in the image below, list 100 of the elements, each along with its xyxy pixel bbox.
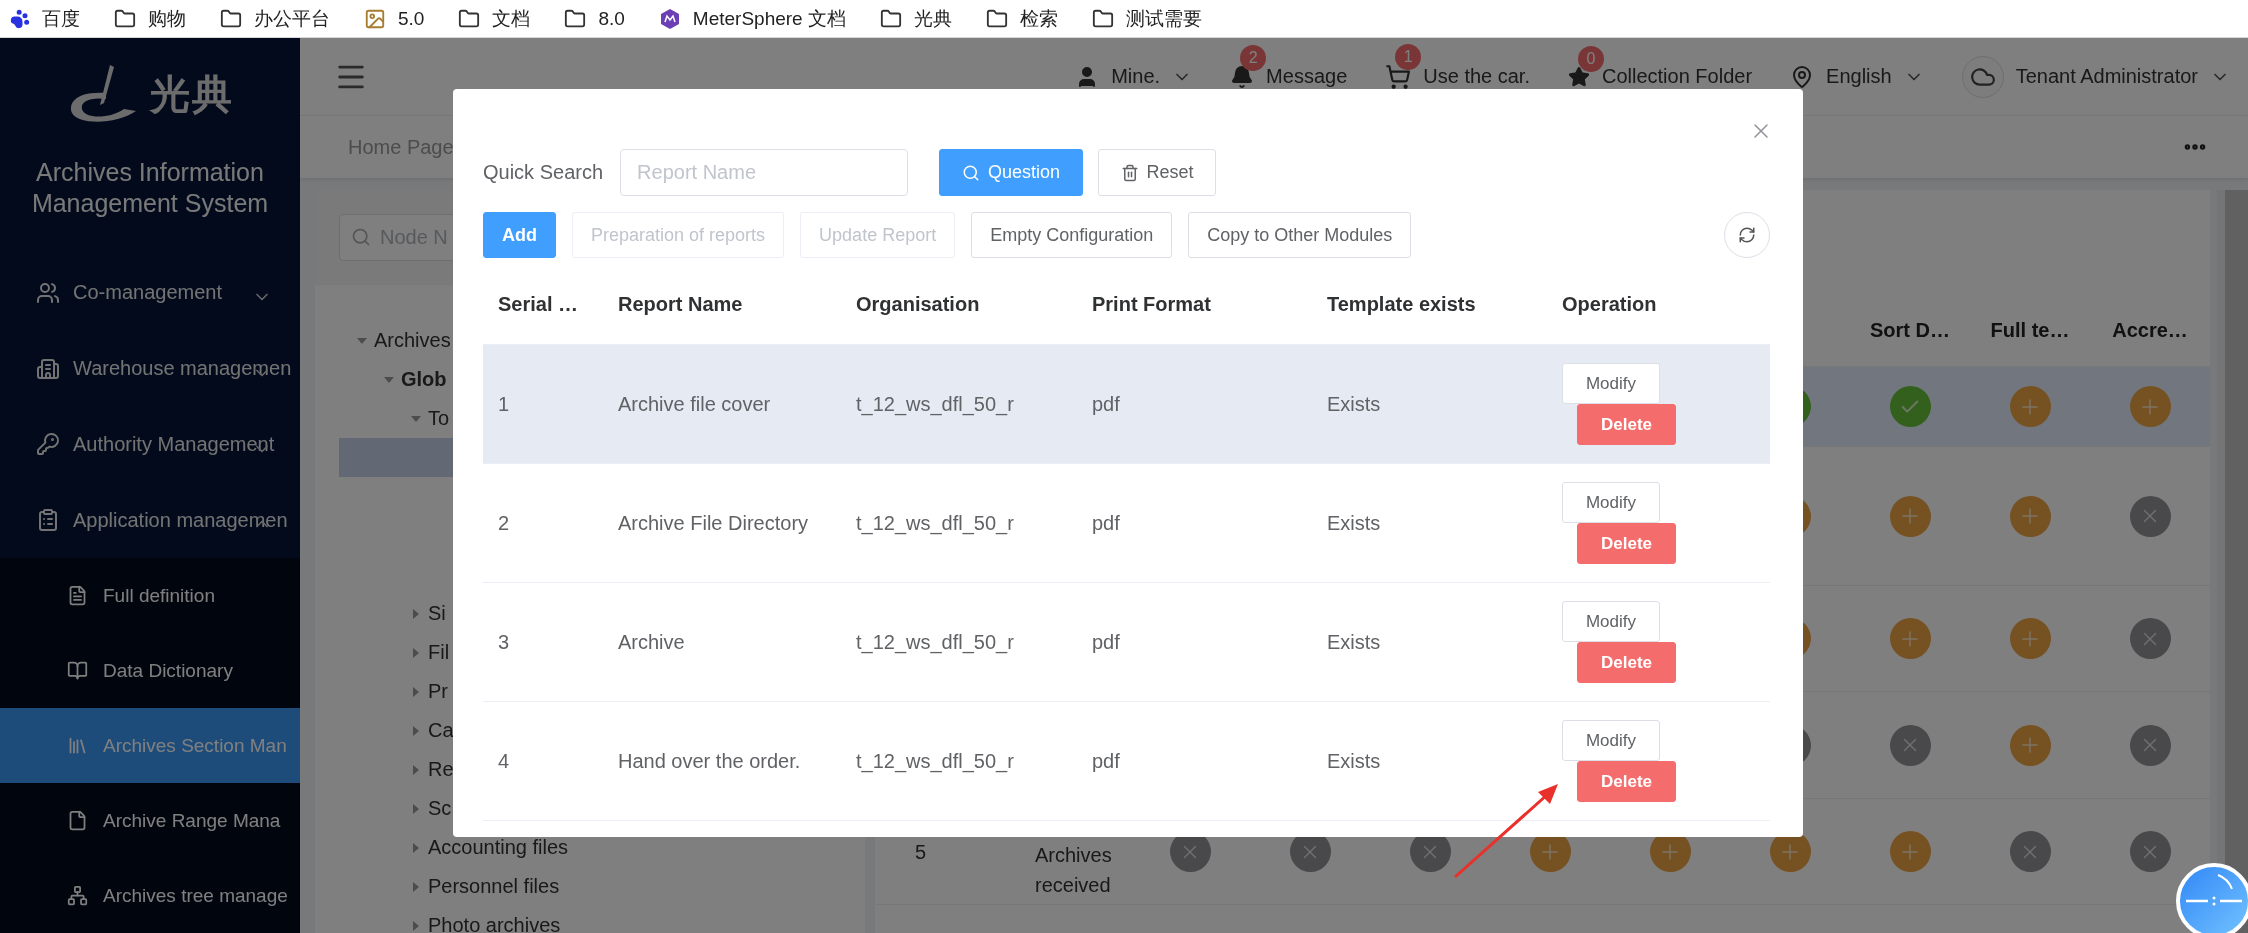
- table-cell-text: t_12_ws_dfl_50_r: [855, 392, 1015, 416]
- bookmark-link[interactable]: 测试需要: [1091, 5, 1202, 32]
- table-cell-text: 3: [497, 630, 511, 654]
- delete-button[interactable]: Delete: [1577, 642, 1676, 683]
- delete-button[interactable]: Delete: [1577, 404, 1676, 445]
- tree-node-label[interactable]: Glob: [401, 368, 447, 391]
- reset-button[interactable]: Reset: [1098, 149, 1217, 196]
- building-icon: [36, 356, 60, 381]
- user-menu-label[interactable]: Mine.: [1111, 65, 1161, 88]
- tree-node-label[interactable]: Ca: [428, 719, 454, 742]
- star-icon: [1568, 65, 1590, 88]
- table-cell-text: 5: [914, 839, 928, 865]
- table-cell-text: t_12_ws_dfl_50_r: [855, 630, 1015, 654]
- refresh-icon: [1738, 226, 1756, 244]
- table-cell-text: 1: [497, 392, 511, 416]
- tree-node-label[interactable]: Archives: [374, 329, 451, 352]
- modify-button[interactable]: Modify: [1562, 601, 1660, 642]
- header-link[interactable]: Use the car.: [1423, 65, 1530, 88]
- column-header: Sort D…: [1870, 319, 1950, 342]
- bookmark-link[interactable]: 办公平台: [220, 5, 330, 32]
- bookmark-link[interactable]: MeterSphere 文档: [658, 5, 846, 32]
- submenu-item[interactable]: Archives Section Man: [0, 708, 300, 783]
- tree-node-label[interactable]: Fil: [428, 641, 450, 664]
- folder-icon: [458, 7, 481, 30]
- delete-button[interactable]: Delete: [1577, 523, 1676, 564]
- count-badge: 0: [1578, 45, 1604, 72]
- column-header: Serial …: [497, 293, 580, 316]
- table-cell-text: pdf: [1091, 630, 1121, 654]
- search-icon: [351, 227, 371, 247]
- refresh-button[interactable]: [1724, 212, 1770, 258]
- column-header: Accre…: [2112, 319, 2188, 342]
- action-button[interactable]: Add: [483, 212, 556, 258]
- submenu-item[interactable]: Archive Range Mana: [0, 783, 300, 858]
- menu-item[interactable]: Authority Management: [0, 406, 300, 483]
- tree-node-label[interactable]: Re: [428, 758, 454, 781]
- table-cell-text: Archive: [617, 630, 686, 654]
- table-cell-text: pdf: [1091, 511, 1121, 535]
- delete-button[interactable]: Delete: [1577, 761, 1676, 802]
- image-icon: [364, 7, 386, 30]
- table-cell-text: pdf: [1091, 749, 1121, 773]
- table-cell-text: t_12_ws_dfl_50_r: [855, 749, 1015, 773]
- menu-item[interactable]: Warehouse managemen: [0, 330, 300, 407]
- column-header: Report Name: [617, 293, 744, 316]
- table-cell-text: Archive file cover: [617, 392, 772, 416]
- users-icon: [36, 280, 60, 305]
- bookmark-link[interactable]: 购物: [114, 5, 186, 32]
- table-cell-text: Exists: [1326, 630, 1382, 654]
- bell-icon: [1230, 64, 1255, 89]
- count-badge: 1: [1395, 43, 1422, 70]
- submenu-item[interactable]: Data Dictionary: [0, 633, 300, 708]
- bookmark-link[interactable]: 光典: [879, 5, 952, 32]
- action-button[interactable]: Copy to Other Modules: [1188, 212, 1412, 258]
- paw-icon: [10, 8, 30, 29]
- tree-node-label[interactable]: Sc: [428, 797, 452, 820]
- menu-item[interactable]: Application managemen: [0, 482, 300, 558]
- table-cell-text: Exists: [1326, 511, 1382, 535]
- column-header: Full te…: [1990, 319, 2070, 342]
- modify-button[interactable]: Modify: [1562, 363, 1660, 404]
- question-button[interactable]: Question: [939, 149, 1084, 196]
- table-cell-text: Archive File Directory: [617, 511, 810, 535]
- bookmark-link[interactable]: 5.0: [364, 7, 425, 30]
- bookmark-link[interactable]: 检索: [985, 5, 1058, 32]
- header-link[interactable]: Collection Folder: [1602, 65, 1753, 88]
- table-cell-text: Exists: [1326, 392, 1382, 416]
- menu-item[interactable]: Co-management: [0, 255, 300, 331]
- folder-icon: [985, 7, 1008, 30]
- count-badge: 2: [1240, 44, 1267, 71]
- action-button[interactable]: Empty Configuration: [971, 212, 1173, 258]
- table-cell-text: Archives received: [1034, 842, 1113, 898]
- table-row[interactable]: 1 Archive file cover t_12_ws_dfl_50_r pdf Exists Modify Delete: [483, 345, 1770, 464]
- folder-icon: [564, 7, 587, 30]
- tree-node-label[interactable]: Photo archives: [428, 914, 561, 933]
- table-cell-text: Exists: [1326, 749, 1382, 773]
- book-icon: [67, 660, 88, 681]
- tree-node-label[interactable]: Si: [428, 602, 446, 625]
- table-cell-text: 4: [497, 749, 511, 773]
- modify-button[interactable]: Modify: [1562, 482, 1660, 523]
- bookmark-link[interactable]: 8.0: [564, 7, 625, 30]
- cart-icon: [1385, 63, 1412, 90]
- tree-node-label[interactable]: Personnel files: [428, 875, 560, 898]
- language-selector[interactable]: English: [1826, 65, 1892, 88]
- submenu-item[interactable]: Archives tree manage: [0, 858, 300, 933]
- account-name[interactable]: Tenant Administrator: [2015, 65, 2198, 88]
- tree-node-label[interactable]: Accounting files: [428, 836, 569, 859]
- books-icon: [67, 735, 88, 756]
- trash-icon: [1120, 163, 1139, 182]
- header-link[interactable]: Message: [1266, 65, 1348, 88]
- column-header: Print Format: [1091, 293, 1212, 316]
- report-name-field[interactable]: Report Name: [620, 149, 909, 196]
- key-icon: [36, 432, 60, 457]
- modify-button[interactable]: Modify: [1562, 720, 1660, 761]
- file-icon: [67, 810, 88, 831]
- tree-node-label[interactable]: To: [428, 407, 450, 430]
- clipboard-icon: [36, 508, 60, 533]
- bookmark-link[interactable]: 百度: [10, 5, 80, 32]
- submenu-item[interactable]: Full definition: [0, 558, 300, 633]
- folder-icon: [220, 7, 242, 30]
- logo-text: 光典: [150, 74, 234, 114]
- tree-node-label[interactable]: Pr: [428, 680, 448, 703]
- bookmark-link[interactable]: 文档: [458, 5, 531, 32]
